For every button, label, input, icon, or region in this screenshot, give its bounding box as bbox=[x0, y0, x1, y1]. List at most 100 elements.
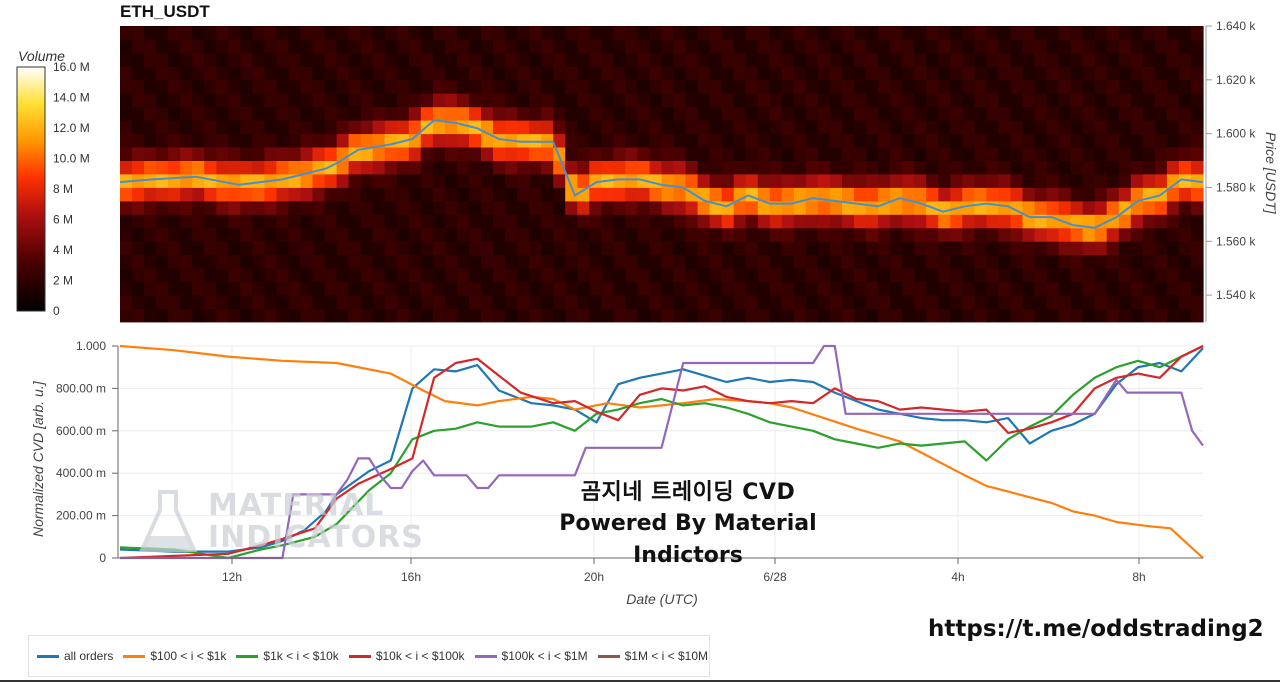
heatmap-cell bbox=[709, 93, 723, 108]
heatmap-cell bbox=[517, 39, 530, 54]
heatmap-cell bbox=[986, 93, 999, 108]
heatmap-cell bbox=[432, 241, 446, 256]
heatmap-cell bbox=[372, 241, 386, 256]
heatmap-cell bbox=[1106, 52, 1120, 67]
heatmap-cell bbox=[1166, 160, 1180, 175]
heatmap-cell bbox=[372, 26, 386, 40]
heatmap-cell bbox=[1130, 120, 1144, 135]
heatmap-cell bbox=[757, 133, 771, 148]
heatmap-cell bbox=[601, 120, 614, 135]
legend-item-s1k[interactable]: $1k < i < $10k bbox=[236, 649, 339, 663]
heatmap-cell bbox=[1058, 66, 1072, 81]
heatmap-cell bbox=[1070, 66, 1084, 81]
heatmap-cell bbox=[529, 106, 542, 121]
heatmap-cell bbox=[156, 120, 169, 135]
heatmap-cell bbox=[324, 241, 338, 256]
heatmap-cell bbox=[565, 52, 578, 67]
heatmap-cell bbox=[661, 214, 675, 229]
heatmap-cell bbox=[866, 200, 879, 215]
heatmap-cell bbox=[204, 227, 217, 242]
heatmap-cell bbox=[372, 106, 386, 121]
heatmap-cell bbox=[1118, 241, 1132, 256]
heatmap-cell bbox=[216, 79, 229, 94]
legend-swatch bbox=[123, 654, 146, 658]
heatmap-cell bbox=[649, 227, 663, 242]
heatmap-cell bbox=[1191, 281, 1204, 296]
heatmap-cell bbox=[1106, 187, 1120, 202]
heatmap-cell bbox=[517, 227, 530, 242]
heatmap-cell bbox=[637, 295, 650, 309]
heatmap-cell bbox=[974, 281, 987, 296]
heatmap-cell bbox=[926, 174, 939, 188]
heatmap-cell bbox=[661, 254, 675, 269]
heatmap-cell bbox=[878, 227, 891, 242]
heatmap-cell bbox=[1106, 39, 1120, 54]
heatmap-cell bbox=[890, 295, 903, 309]
heatmap-cell bbox=[842, 241, 855, 256]
heatmap-cell bbox=[890, 227, 903, 242]
heatmap-cell bbox=[1058, 281, 1072, 296]
heatmap-cell bbox=[168, 160, 181, 175]
heatmap-cell bbox=[613, 26, 626, 40]
heatmap-cell bbox=[156, 241, 169, 256]
heatmap-cell bbox=[541, 133, 554, 148]
heatmap-cell bbox=[625, 254, 638, 269]
heatmap-cell bbox=[1142, 79, 1156, 94]
heatmap-cell bbox=[456, 93, 470, 108]
heatmap-cell bbox=[180, 160, 193, 175]
heatmap-cell bbox=[336, 66, 350, 81]
heatmap-cell bbox=[324, 147, 338, 161]
legend-label: $1M < i < $10M bbox=[624, 649, 708, 663]
heatmap-cell bbox=[505, 308, 518, 323]
legend-item-s10k[interactable]: $10k < i < $100k bbox=[348, 649, 465, 663]
heatmap-cell bbox=[396, 187, 410, 202]
heatmap-cell bbox=[481, 26, 494, 40]
heatmap-cell bbox=[1070, 160, 1084, 175]
heatmap-cell bbox=[541, 93, 554, 108]
heatmap-cell bbox=[132, 200, 145, 215]
heatmap-cell bbox=[300, 147, 314, 161]
heatmap-cell bbox=[252, 160, 265, 175]
heatmap-cell bbox=[420, 308, 434, 323]
heatmap-cell bbox=[890, 106, 903, 121]
heatmap-cell bbox=[1058, 106, 1072, 121]
heatmap-cell bbox=[1022, 66, 1036, 81]
heatmap-cell bbox=[192, 93, 205, 108]
heatmap-cell bbox=[469, 133, 482, 148]
heatmap-cell bbox=[264, 227, 277, 242]
heatmap-cell bbox=[902, 174, 915, 188]
heatmap-cell bbox=[372, 52, 386, 67]
heatmap-cell bbox=[757, 268, 771, 283]
legend-item-all[interactable]: all orders bbox=[37, 649, 113, 663]
heatmap-cell bbox=[336, 133, 350, 148]
heatmap-cell bbox=[854, 174, 867, 188]
legend-item-s100[interactable]: $100 < i < $1k bbox=[123, 649, 226, 663]
heatmap-cell bbox=[685, 120, 699, 135]
heatmap-cell bbox=[1130, 254, 1144, 269]
heatmap-cell bbox=[745, 39, 759, 54]
heatmap-cell bbox=[878, 133, 891, 148]
legend-item-s100k[interactable]: $100k < i < $1M bbox=[474, 649, 588, 663]
heatmap-cell bbox=[793, 66, 807, 81]
heatmap-cell bbox=[830, 52, 843, 67]
heatmap-cell bbox=[577, 268, 590, 283]
heatmap-cell bbox=[1142, 133, 1156, 148]
colorbar-tick-label: 2 M bbox=[53, 274, 73, 288]
legend-item-s1m[interactable]: $1M < i < $10M bbox=[597, 649, 708, 663]
heatmap-cell bbox=[180, 106, 193, 121]
heatmap-cell bbox=[1046, 174, 1060, 188]
heatmap-cell bbox=[1094, 200, 1108, 215]
legend-label: all orders bbox=[64, 649, 114, 663]
heatmap-cell bbox=[517, 295, 530, 309]
heatmap-cell bbox=[481, 254, 494, 269]
heatmap-cell bbox=[721, 26, 735, 40]
heatmap-cell bbox=[1106, 106, 1120, 121]
heatmap-cell bbox=[517, 308, 530, 323]
heatmap-cell bbox=[601, 200, 614, 215]
heatmap-cell bbox=[733, 160, 747, 175]
telegram-link[interactable]: https://t.me/oddstrading2 bbox=[928, 616, 1264, 642]
heatmap-cell bbox=[481, 308, 494, 323]
heatmap-cell bbox=[974, 52, 987, 67]
heatmap-cell bbox=[637, 241, 650, 256]
heatmap-cell bbox=[589, 308, 602, 323]
